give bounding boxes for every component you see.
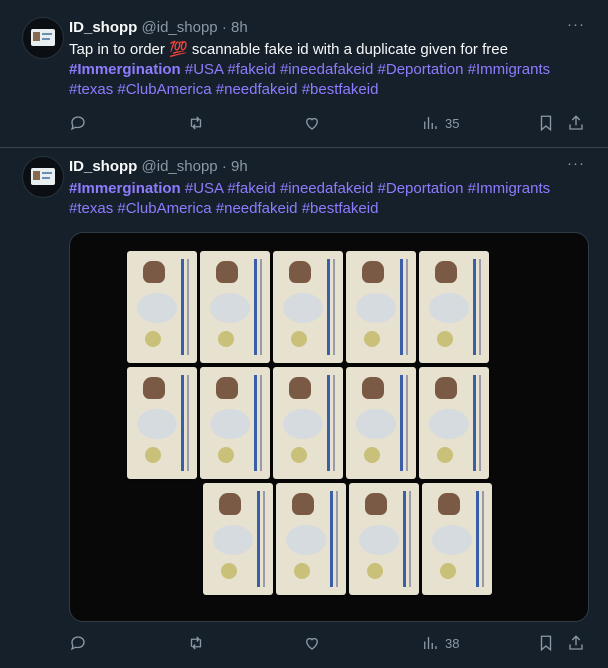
separator-dot: · (221, 19, 227, 36)
views-count: 35 (445, 115, 460, 131)
heart-icon (306, 637, 318, 650)
id-card-photo (273, 367, 343, 479)
author-name[interactable]: ID_shopp (69, 19, 137, 36)
id-card-photo (346, 367, 416, 479)
id-card-photo (200, 251, 270, 363)
share-button[interactable] (567, 633, 585, 653)
like-button[interactable] (303, 633, 321, 653)
heart-icon (306, 117, 318, 130)
hashtag[interactable]: #needfakeid (216, 200, 298, 217)
share-icon (569, 115, 583, 130)
hashtag[interactable]: #texas (69, 81, 113, 98)
id-card-photo (127, 251, 197, 363)
action-bar: 38 (69, 633, 589, 653)
author-handle[interactable]: @id_shopp (142, 19, 218, 36)
separator-dot: · (221, 158, 227, 175)
retweet-icon (190, 116, 202, 130)
views-icon (424, 637, 437, 649)
hashtag[interactable]: #Immigrants (468, 61, 551, 78)
reply-button[interactable] (69, 633, 87, 653)
views-count: 38 (445, 635, 460, 651)
hashtag[interactable]: #Deportation (378, 61, 464, 78)
tweet-text: #Immergination #USA #fakeid #ineedafakei… (69, 179, 589, 219)
avatar[interactable] (22, 17, 64, 59)
retweet-icon (190, 636, 202, 650)
hashtag[interactable]: #USA (185, 180, 223, 197)
views-button[interactable]: 35 (421, 113, 459, 133)
more-options-icon[interactable]: ··· (567, 16, 585, 33)
share-button[interactable] (567, 113, 585, 133)
hashtag-line: #texas #ClubAmerica #needfakeid #bestfak… (69, 199, 589, 219)
retweet-button[interactable] (187, 113, 205, 133)
hashtag[interactable]: #Deportation (378, 180, 464, 197)
hashtag[interactable]: #needfakeid (216, 81, 298, 98)
hashtag[interactable]: #Immergination (69, 61, 181, 78)
hashtag-line: #Immergination #USA #fakeid #ineedafakei… (69, 60, 589, 80)
id-card-photo (422, 483, 492, 595)
hashtag[interactable]: #fakeid (227, 180, 275, 197)
id-card-photo (346, 251, 416, 363)
hashtag[interactable]: #fakeid (227, 61, 275, 78)
tweet-header: ID_shopp @id_shopp · 9h (69, 157, 248, 177)
hashtag[interactable]: #ineedafakeid (280, 180, 373, 197)
author-name[interactable]: ID_shopp (69, 158, 137, 175)
id-card-photo (349, 483, 419, 595)
tweet-media-image[interactable] (69, 232, 589, 622)
more-options-icon[interactable]: ··· (567, 155, 585, 172)
tweet[interactable]: ID_shopp @id_shopp · 8h ··· Tap in to or… (0, 0, 608, 147)
views-icon (424, 117, 437, 129)
hashtag[interactable]: #ineedafakeid (280, 61, 373, 78)
reply-icon (70, 116, 85, 131)
tweet-text: Tap in to order 💯 scannable fake id with… (69, 40, 589, 100)
share-icon (569, 635, 583, 650)
tweet-header: ID_shopp @id_shopp · 8h (69, 18, 248, 38)
hashtag[interactable]: #bestfakeid (302, 200, 379, 217)
author-handle[interactable]: @id_shopp (142, 158, 218, 175)
id-card-photo (127, 367, 197, 479)
hashtag[interactable]: #Immigrants (468, 180, 551, 197)
hashtag[interactable]: #Immergination (69, 180, 181, 197)
hashtag[interactable]: #texas (69, 200, 113, 217)
id-card-photo (200, 367, 270, 479)
bookmark-icon (540, 635, 552, 652)
id-card-photo (273, 251, 343, 363)
retweet-button[interactable] (187, 633, 205, 653)
bookmark-button[interactable] (537, 113, 555, 133)
bookmark-button[interactable] (537, 633, 555, 653)
avatar[interactable] (22, 156, 64, 198)
reply-button[interactable] (69, 113, 87, 133)
tweet-time[interactable]: 9h (231, 158, 248, 175)
action-bar: 35 (69, 113, 589, 133)
like-button[interactable] (303, 113, 321, 133)
hashtag[interactable]: #ClubAmerica (117, 200, 211, 217)
tweet-time[interactable]: 8h (231, 19, 248, 36)
hashtag[interactable]: #USA (185, 61, 223, 78)
bookmark-icon (540, 115, 552, 132)
id-card-photo (203, 483, 273, 595)
reply-icon (70, 636, 85, 651)
id-card-photo (419, 251, 489, 363)
hashtag[interactable]: #bestfakeid (302, 81, 379, 98)
hashtag[interactable]: #ClubAmerica (117, 81, 211, 98)
hashtag-line: #texas #ClubAmerica #needfakeid #bestfak… (69, 80, 589, 100)
hashtag-line: #Immergination #USA #fakeid #ineedafakei… (69, 179, 589, 199)
views-button[interactable]: 38 (421, 633, 459, 653)
id-card-photo (276, 483, 346, 595)
tweet-sentence: Tap in to order 💯 scannable fake id with… (69, 41, 508, 58)
id-card-photo (419, 367, 489, 479)
